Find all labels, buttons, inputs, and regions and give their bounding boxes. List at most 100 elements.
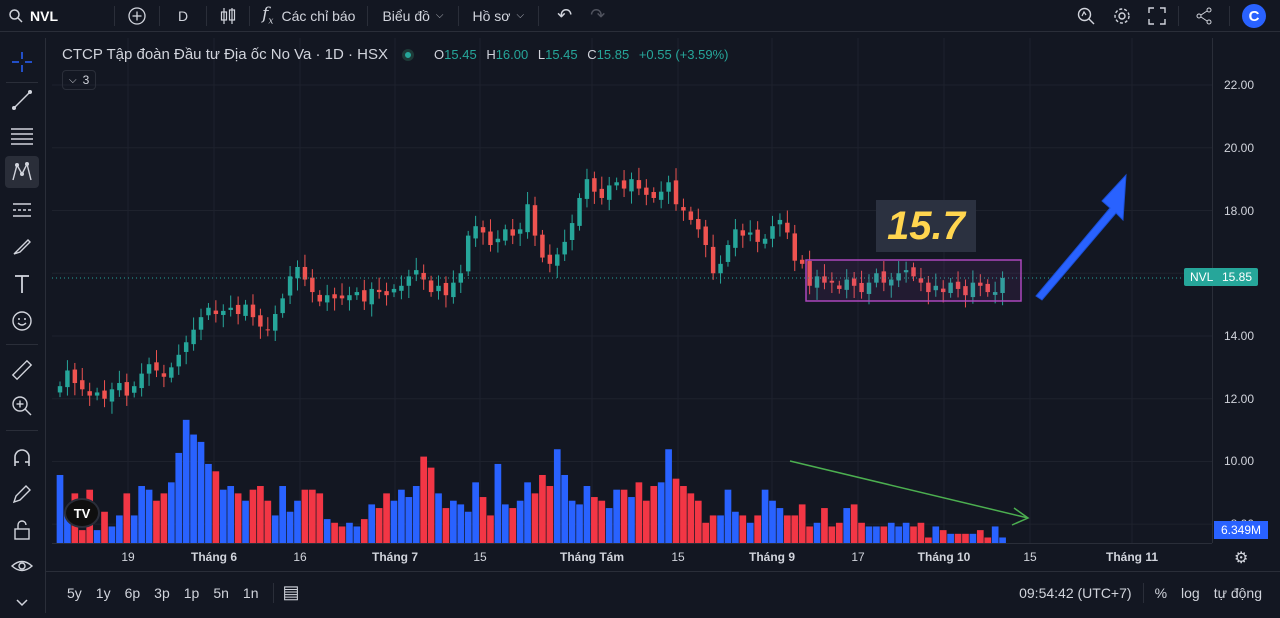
brand-logo[interactable]: C — [1242, 4, 1266, 28]
volume-bar — [694, 500, 702, 543]
percent-toggle[interactable]: % — [1155, 585, 1167, 601]
chevron-down-icon: ⌵ — [435, 10, 444, 21]
horizontal-lines-icon — [11, 128, 33, 145]
volume-bar — [991, 526, 999, 543]
chart-menu-button[interactable]: Biểu đồ ⌵ — [372, 0, 453, 32]
volume-bar — [954, 533, 962, 543]
volume-bar — [78, 530, 86, 543]
volume-bar — [442, 508, 450, 543]
visibility-dot-icon[interactable] — [402, 48, 415, 61]
log-toggle[interactable]: log — [1181, 585, 1200, 601]
volume-bar — [309, 489, 316, 543]
top-right-tools: C — [1068, 0, 1280, 32]
pattern-tool[interactable] — [5, 156, 39, 188]
smiley-icon — [12, 311, 32, 331]
compare-button[interactable] — [119, 0, 155, 32]
volume-bar — [620, 489, 628, 543]
symbol-label: NVL — [30, 7, 58, 24]
auto-toggle[interactable]: tự động — [1214, 585, 1262, 601]
zoom-tool[interactable] — [5, 390, 39, 422]
prediction-tool[interactable] — [5, 194, 39, 226]
magnet-tool[interactable] — [5, 442, 39, 474]
quick-search-button[interactable] — [1068, 0, 1104, 32]
pattern-icon — [12, 161, 32, 181]
fib-tool[interactable] — [5, 120, 39, 152]
volume-bar — [784, 515, 791, 543]
chart-legend: CTCP Tập đoàn Đầu tư Địa ốc No Va · 1D ·… — [62, 46, 734, 63]
candle-body — [72, 369, 78, 384]
volume-bar — [939, 530, 947, 543]
price-note-annotation[interactable]: 15.7 — [876, 200, 976, 252]
volume-bar — [279, 486, 286, 543]
undo-button[interactable]: ↶ — [543, 0, 586, 32]
toolbar-collapse-button[interactable] — [5, 586, 39, 618]
volume-bar — [138, 486, 145, 543]
candle-body — [510, 229, 515, 236]
candle-body — [369, 288, 374, 305]
candle-body — [124, 382, 130, 396]
volume-bar — [175, 452, 183, 543]
range-button-5n[interactable]: 5n — [206, 585, 236, 601]
tradingview-logo[interactable]: TV — [64, 498, 100, 528]
range-button-3p[interactable]: 3p — [147, 585, 177, 601]
volume-bar — [531, 493, 539, 543]
range-button-1p[interactable]: 1p — [177, 585, 207, 601]
settings-button[interactable] — [1104, 0, 1140, 32]
volume-bar — [301, 489, 309, 543]
trendline-tool[interactable] — [5, 84, 39, 116]
time-axis[interactable]: ⚙ 19 Tháng 6 16 Tháng 7 15 Tháng Tám 15 Tháng 9… — [52, 543, 1248, 571]
candle-body — [421, 272, 426, 280]
candle-body — [799, 259, 805, 264]
candle-body — [532, 205, 538, 236]
axis-settings-icon[interactable]: ⚙ — [1234, 548, 1248, 568]
candle-body — [792, 233, 797, 261]
interval-button[interactable]: D — [164, 0, 202, 32]
clock-time[interactable]: 09:54:42 (UTC+7) — [1019, 585, 1131, 601]
brush-tool[interactable] — [5, 230, 39, 262]
volume-bar — [398, 489, 405, 543]
indicators-collapse-button[interactable]: ⌵ 3 — [62, 70, 97, 90]
volume-bar — [761, 489, 769, 543]
range-button-1n[interactable]: 1n — [236, 585, 266, 601]
drawing-toolbar — [0, 38, 46, 613]
volume-bar — [932, 526, 940, 543]
crosshair-icon — [12, 52, 32, 72]
lock-tool[interactable] — [5, 514, 39, 546]
candle-body — [733, 229, 738, 248]
volume-bar — [769, 500, 776, 543]
volume-bar — [895, 526, 903, 543]
candle-body — [139, 373, 144, 389]
brush-icon — [13, 239, 31, 255]
candle-body — [391, 288, 397, 293]
volume-bar — [130, 515, 138, 543]
range-button-1y[interactable]: 1y — [89, 585, 118, 601]
profile-menu-button[interactable]: Hồ sơ ⌵ — [463, 0, 535, 32]
price-axis[interactable]: 22.0020.0018.0016.0014.0012.0010.008.00 — [1212, 38, 1280, 543]
emoji-tool[interactable] — [5, 305, 39, 337]
redo-button[interactable]: ↷ — [586, 0, 609, 32]
crosshair-tool[interactable] — [5, 46, 39, 78]
candle-body — [651, 192, 656, 198]
share-button[interactable] — [1183, 0, 1225, 32]
volume-bar — [539, 474, 546, 543]
fullscreen-button[interactable] — [1140, 0, 1174, 32]
symbol-search-button[interactable]: NVL — [0, 0, 66, 32]
indicators-button[interactable]: fx Các chỉ báo — [254, 0, 363, 32]
candle-body — [428, 280, 434, 293]
range-button-5y[interactable]: 5y — [60, 585, 89, 601]
candle-body — [696, 218, 701, 230]
visibility-tool[interactable] — [5, 550, 39, 582]
price-chart[interactable] — [52, 38, 1212, 543]
range-button-6p[interactable]: 6p — [118, 585, 148, 601]
candle-body — [606, 185, 612, 200]
price-tick-label: 18.00 — [1223, 203, 1254, 218]
volume-bar — [561, 474, 569, 543]
date-range-icon[interactable]: ▤ — [282, 582, 299, 603]
text-tool[interactable] — [5, 268, 39, 300]
volume-bar — [323, 519, 331, 543]
stay-drawing-tool[interactable] — [5, 478, 39, 510]
chart-type-button[interactable] — [211, 0, 245, 32]
symbol-title: CTCP Tập đoàn Đầu tư Địa ốc No Va · 1D ·… — [62, 46, 389, 63]
measure-tool[interactable] — [5, 354, 39, 386]
divider — [1229, 6, 1230, 26]
